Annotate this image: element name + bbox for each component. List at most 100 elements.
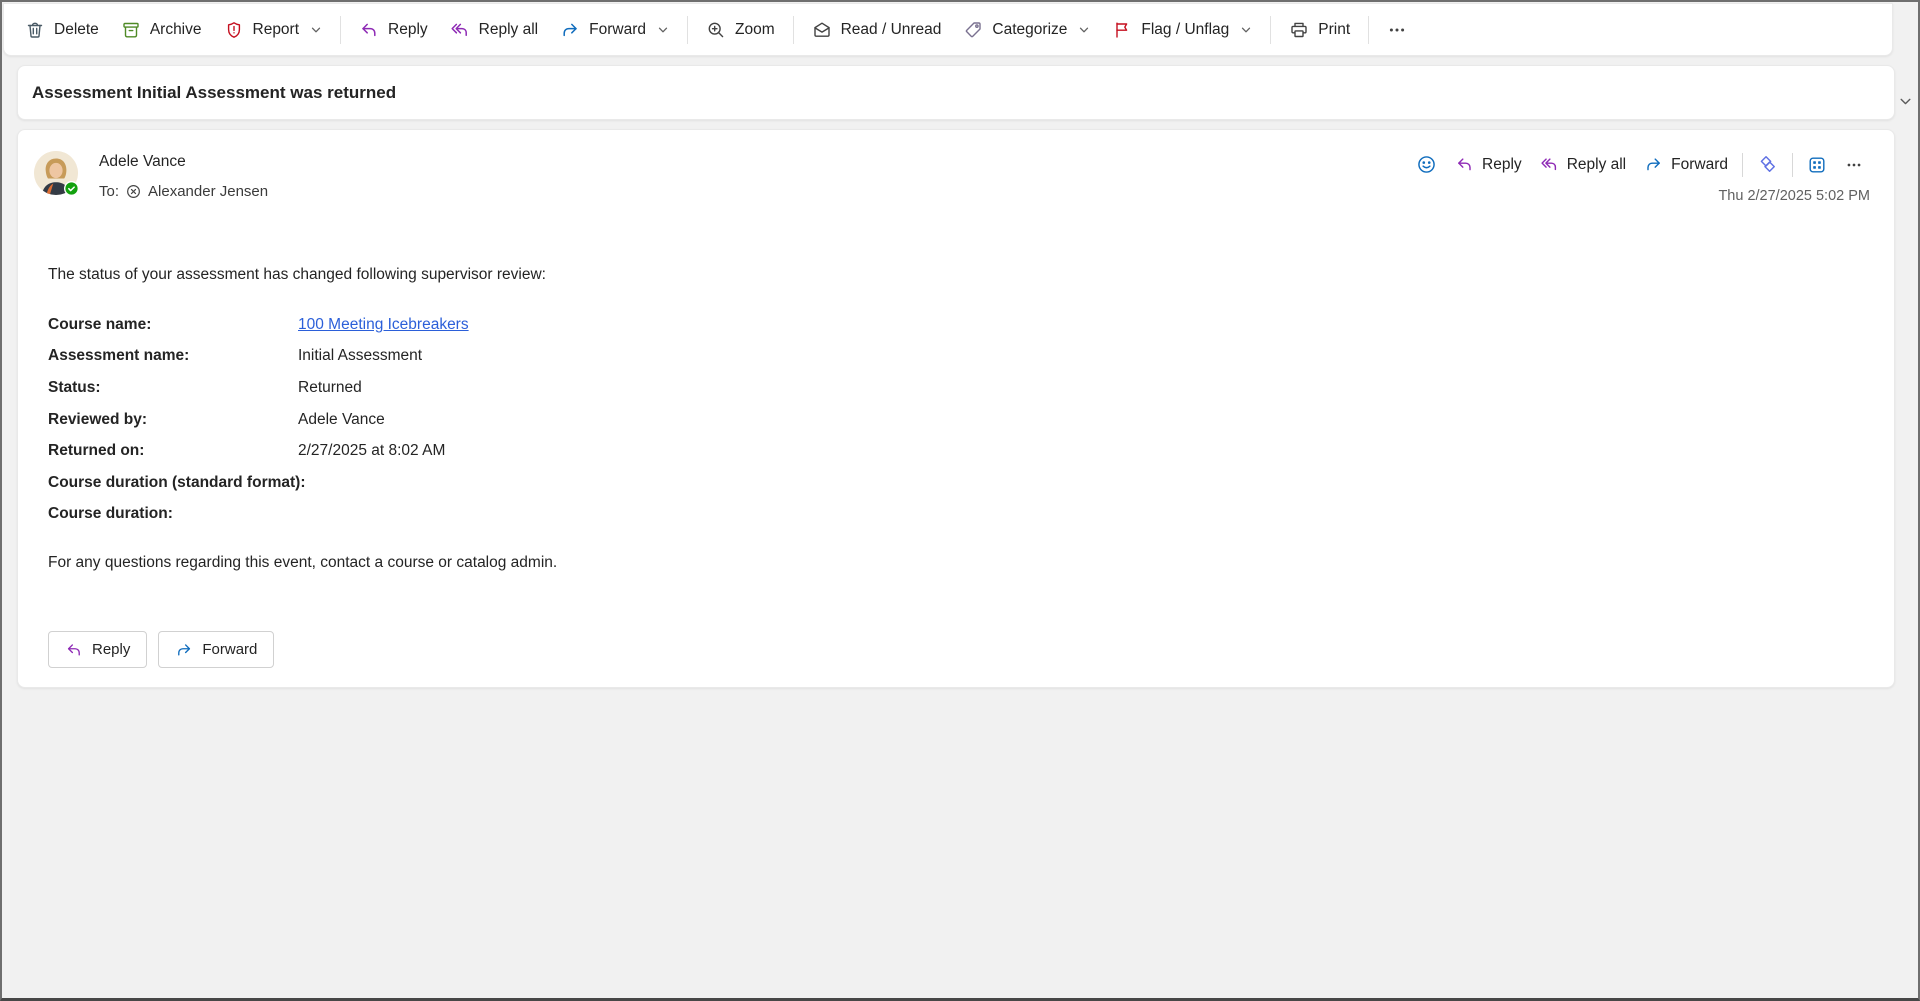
smiley-icon (1416, 154, 1437, 175)
field-value: 2/27/2025 at 8:02 AM (298, 442, 445, 460)
header-separator (1792, 153, 1793, 177)
field-row: Returned on: 2/27/2025 at 8:02 AM (48, 435, 469, 467)
message-reply-button[interactable]: Reply (1446, 150, 1531, 179)
reply-all-label: Reply all (479, 21, 538, 39)
categorize-label: Categorize (992, 21, 1067, 39)
forward-button-footer[interactable]: Forward (158, 631, 274, 668)
chevron-down-icon (657, 24, 669, 36)
envelope-icon (812, 20, 832, 40)
reply-button-footer[interactable]: Reply (48, 631, 147, 668)
check-badge-icon (65, 182, 78, 195)
scrollbar-chevron[interactable] (1898, 94, 1913, 114)
flag-icon (1112, 20, 1132, 40)
toolbar-separator (340, 16, 341, 44)
reply-all-arrow-icon (450, 20, 470, 40)
magnifier-plus-icon (706, 20, 726, 40)
outlook-reading-pane: Delete Archive Report Reply (0, 0, 1920, 1001)
zoom-button[interactable]: Zoom (695, 13, 786, 47)
categorize-button[interactable]: Categorize (952, 13, 1101, 47)
message-timestamp: Thu 2/27/2025 5:02 PM (1718, 188, 1870, 204)
chevron-down-icon (1078, 24, 1090, 36)
field-label: Course duration (standard format): (48, 474, 298, 492)
shapes-button[interactable] (1748, 149, 1787, 180)
field-label: Assessment name: (48, 347, 298, 365)
trash-icon (25, 20, 45, 40)
print-label: Print (1318, 21, 1350, 39)
printer-icon (1289, 20, 1309, 40)
toolbar-separator (687, 16, 688, 44)
reply-arrow-icon (1455, 155, 1474, 174)
field-label: Course duration: (48, 505, 298, 523)
forward-arrow-icon (560, 20, 580, 40)
message-reply-label: Reply (1482, 156, 1522, 174)
archive-button[interactable]: Archive (110, 13, 213, 47)
body-outro: For any questions regarding this event, … (48, 554, 557, 572)
forward-footer-label: Forward (202, 641, 257, 658)
chevron-down-icon (1240, 24, 1252, 36)
recipient-line: To: Alexander Jensen (99, 183, 268, 200)
delete-button[interactable]: Delete (14, 13, 110, 47)
recipient-name[interactable]: Alexander Jensen (148, 183, 268, 200)
report-button[interactable]: Report (213, 13, 334, 47)
message-reply-all-button[interactable]: Reply all (1531, 150, 1635, 179)
reply-footer-label: Reply (92, 641, 130, 658)
reply-all-arrow-icon (1540, 155, 1559, 174)
forward-button[interactable]: Forward (549, 13, 680, 47)
chevron-down-icon (310, 24, 322, 36)
tag-icon (963, 20, 983, 40)
sender-name[interactable]: Adele Vance (99, 153, 186, 171)
header-separator (1742, 153, 1743, 177)
emoji-reaction-button[interactable] (1407, 149, 1446, 180)
message-header-actions: Reply Reply all Forward (1407, 149, 1872, 180)
shield-alert-icon (224, 20, 244, 40)
field-label: Course name: (48, 316, 298, 334)
zoom-label: Zoom (735, 21, 775, 39)
field-label: Status: (48, 379, 298, 397)
reply-arrow-icon (359, 20, 379, 40)
subject-bar: Assessment Initial Assessment was return… (17, 65, 1895, 120)
forward-arrow-icon (175, 641, 193, 659)
quick-reply-buttons: Reply Forward (48, 631, 274, 668)
apps-button[interactable] (1798, 150, 1836, 180)
read-unread-button[interactable]: Read / Unread (801, 13, 953, 47)
to-label: To: (99, 183, 119, 200)
field-value: Initial Assessment (298, 347, 422, 365)
field-label: Returned on: (48, 442, 298, 460)
field-label: Reviewed by: (48, 411, 298, 429)
read-unread-label: Read / Unread (841, 21, 942, 39)
reply-button[interactable]: Reply (348, 13, 439, 47)
field-row: Assessment name: Initial Assessment (48, 341, 469, 373)
message-forward-label: Forward (1671, 156, 1728, 174)
delete-label: Delete (54, 21, 99, 39)
reply-all-button[interactable]: Reply all (439, 13, 549, 47)
forward-arrow-icon (1644, 155, 1663, 174)
print-button[interactable]: Print (1278, 13, 1361, 47)
field-row: Reviewed by: Adele Vance (48, 404, 469, 436)
toolbar-separator (1368, 16, 1369, 44)
toolbar-separator (1270, 16, 1271, 44)
field-row: Course duration (standard format): (48, 467, 469, 499)
reply-arrow-icon (65, 641, 83, 659)
reply-label: Reply (388, 21, 428, 39)
field-list: Course name: 100 Meeting Icebreakers Ass… (48, 309, 469, 530)
ellipsis-icon (1845, 156, 1863, 174)
email-subject: Assessment Initial Assessment was return… (32, 83, 396, 103)
course-link[interactable]: 100 Meeting Icebreakers (298, 316, 469, 334)
toolbar-more-button[interactable] (1376, 13, 1418, 47)
ellipsis-icon (1387, 20, 1407, 40)
presence-badge (64, 181, 79, 196)
field-value: Returned (298, 379, 362, 397)
flag-unflag-button[interactable]: Flag / Unflag (1101, 13, 1263, 47)
message-card: Adele Vance To: Alexander Jensen Reply (17, 129, 1895, 688)
field-row: Course duration: (48, 499, 469, 531)
mail-toolbar: Delete Archive Report Reply (3, 3, 1893, 56)
message-more-button[interactable] (1836, 151, 1872, 179)
apps-grid-icon (1807, 155, 1827, 175)
overlapping-diamonds-icon (1757, 154, 1778, 175)
field-value: Adele Vance (298, 411, 385, 429)
archive-box-icon (121, 20, 141, 40)
field-row: Course name: 100 Meeting Icebreakers (48, 309, 469, 341)
message-forward-button[interactable]: Forward (1635, 150, 1737, 179)
archive-label: Archive (150, 21, 202, 39)
dismiss-circle-icon (125, 183, 142, 200)
